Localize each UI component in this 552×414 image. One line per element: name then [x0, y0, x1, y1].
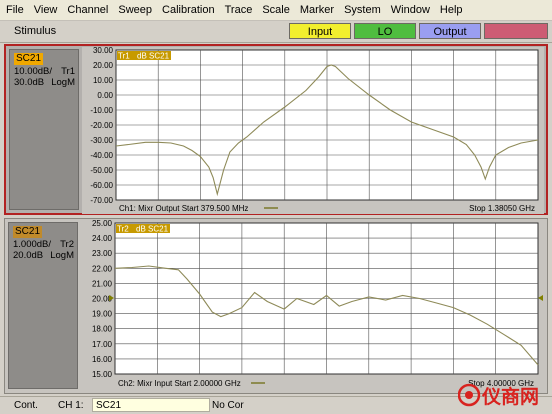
output-button[interactable]: Output	[419, 23, 481, 39]
y-tick-label: 10.00	[93, 76, 114, 85]
logo-text: 仪商网	[481, 385, 539, 408]
y-tick-label: 15.00	[92, 370, 113, 379]
trace-label: Tr1	[118, 52, 130, 61]
ch2-start-text: Ch2: Mixr Input Start 2.00000 GHz	[118, 379, 241, 388]
extra-button[interactable]	[484, 23, 548, 39]
trace-id: Tr2	[60, 239, 74, 250]
y-tick-label: 30.00	[93, 47, 114, 55]
y-tick-label: 25.00	[92, 220, 113, 228]
y-tick-label: -70.00	[90, 196, 113, 205]
ch1-plot[interactable]: 30.00 20.00 10.00 0.00 -10.00 -20.00 -30.00 -40…	[82, 47, 544, 214]
channel-1-window[interactable]: SC21 10.00dB/ Tr1 30.0dB LogM 30.00 20.00…	[4, 44, 548, 215]
menu-help[interactable]: Help	[434, 0, 467, 20]
y-tick-label: 0.00	[97, 91, 113, 100]
trace-parameter: dB SC21	[137, 52, 170, 61]
y-tick-label: 18.00	[92, 325, 113, 334]
reference-readout: 20.0dB	[13, 250, 44, 261]
ch2-plot[interactable]: 25.0024.0023.0022.0021.0020.0019.0018.00…	[81, 220, 544, 393]
scale-readout: 10.00dB/	[14, 66, 53, 77]
stimulus-label[interactable]: Stimulus	[14, 25, 56, 37]
y-tick-label: -60.00	[90, 181, 113, 190]
menu-channel[interactable]: Channel	[61, 0, 112, 20]
menu-scale[interactable]: Scale	[256, 0, 294, 20]
y-tick-label: 17.00	[92, 340, 113, 349]
y-tick-label: -20.00	[90, 121, 113, 130]
y-tick-label: -40.00	[90, 151, 113, 160]
y-tick-label: 22.00	[92, 264, 113, 273]
y-tick-label: 16.00	[92, 355, 113, 364]
y-tick-label: -30.00	[90, 136, 113, 145]
lo-button[interactable]: LO	[354, 23, 416, 39]
format-readout: LogM	[51, 77, 75, 88]
format-readout: LogM	[50, 250, 74, 261]
y-tick-label: 21.00	[92, 279, 113, 288]
menu-sweep[interactable]: Sweep	[112, 0, 156, 20]
trace-id: Tr1	[61, 66, 75, 77]
trace-status-panel-ch1[interactable]: SC21 10.00dB/ Tr1 30.0dB LogM	[9, 49, 79, 210]
correction-status: No Cor	[212, 400, 244, 411]
menu-marker[interactable]: Marker	[294, 0, 338, 20]
trace-parameter: dB SC21	[136, 225, 169, 234]
scale-readout: 1.000dB/	[13, 239, 52, 250]
menu-bar: File View Channel Sweep Calibration Trace Scal…	[0, 0, 552, 21]
trace-label: Tr2	[117, 225, 129, 234]
channel-2-window[interactable]: SC21 1.000dB/ Tr2 20.0dB LogM 25.00 24.00…	[4, 218, 548, 394]
ch1-start-text: Ch1: Mixr Output Start 379.500 MHz	[119, 204, 248, 213]
y-tick-label: -10.00	[90, 106, 113, 115]
y-tick-label: 24.00	[92, 234, 113, 243]
input-button[interactable]: Input	[289, 23, 351, 39]
stimulus-toolbar: Stimulus Input LO Output	[0, 21, 552, 43]
trace-name-badge[interactable]: SC21	[14, 53, 44, 65]
menu-trace[interactable]: Trace	[219, 0, 257, 20]
sweep-mode: Cont.	[14, 400, 38, 411]
watermark-logo: 仪商网	[458, 383, 539, 408]
ch1-stop-text: Stop 1.38050 GHz	[469, 204, 535, 213]
y-tick-label: -50.00	[90, 166, 113, 175]
trace-status-panel-ch2[interactable]: SC21 1.000dB/ Tr2 20.0dB LogM	[8, 222, 78, 389]
menu-system[interactable]: System	[338, 0, 385, 20]
active-measurement: SC21	[96, 400, 122, 411]
menu-window[interactable]: Window	[385, 0, 434, 20]
active-channel: CH 1:	[58, 400, 84, 411]
menu-file[interactable]: File	[0, 0, 28, 20]
trace-name-badge[interactable]: SC21	[13, 226, 43, 238]
menu-calibration[interactable]: Calibration	[156, 0, 219, 20]
y-tick-label: 19.00	[92, 310, 113, 319]
reference-readout: 30.0dB	[14, 77, 45, 88]
menu-view[interactable]: View	[28, 0, 62, 20]
y-tick-label: 20.00	[93, 61, 114, 70]
y-tick-label: 23.00	[92, 249, 113, 258]
